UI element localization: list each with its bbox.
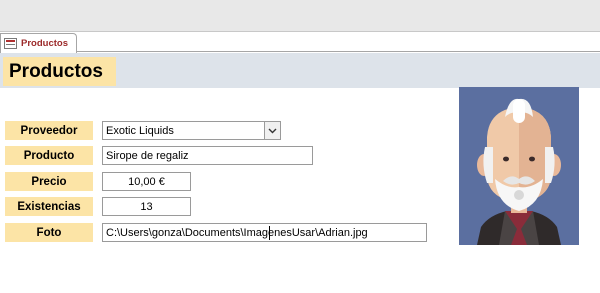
- existencias-value: 13: [140, 200, 153, 213]
- existencias-field[interactable]: 13: [102, 197, 191, 216]
- form-title: Productos: [3, 57, 116, 86]
- avatar-illustration: [477, 98, 561, 245]
- proveedor-combobox[interactable]: Exotic Liquids: [102, 121, 281, 140]
- precio-field[interactable]: 10,00 €: [102, 172, 191, 191]
- form-icon: [4, 38, 17, 49]
- label-foto: Foto: [5, 223, 93, 242]
- tab-label: Productos: [21, 38, 68, 49]
- label-producto: Producto: [5, 146, 93, 165]
- producto-value: Sirope de regaliz: [106, 149, 189, 162]
- text-cursor: [269, 226, 270, 240]
- avatar-image[interactable]: [459, 87, 579, 245]
- document-tab-strip: [0, 32, 600, 52]
- foto-value: C:\Users\gonza\Documents\ImagenesUsar\Ad…: [106, 226, 368, 239]
- foto-path-field[interactable]: C:\Users\gonza\Documents\ImagenesUsar\Ad…: [102, 223, 427, 242]
- ribbon-area: [0, 0, 600, 32]
- precio-value: 10,00 €: [128, 175, 165, 188]
- label-precio: Precio: [5, 172, 93, 191]
- label-existencias: Existencias: [5, 197, 93, 216]
- tab-productos[interactable]: Productos: [0, 33, 77, 53]
- label-proveedor: Proveedor: [5, 121, 93, 140]
- producto-field[interactable]: Sirope de regaliz: [102, 146, 313, 165]
- proveedor-value: Exotic Liquids: [106, 124, 174, 137]
- chevron-down-icon[interactable]: [264, 122, 280, 139]
